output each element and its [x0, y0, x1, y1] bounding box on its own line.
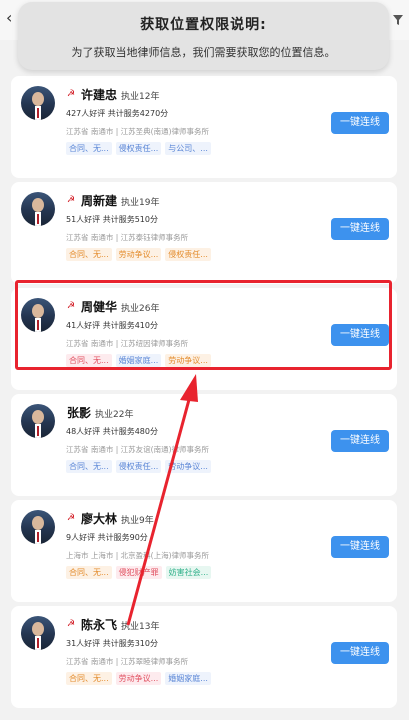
rating-stats: 31人好评 共计服务310分 — [66, 639, 158, 648]
connect-button[interactable]: 一键连线 — [331, 642, 389, 664]
rating-stats: 427人好评 共计服务4270分 — [66, 109, 169, 118]
connect-button[interactable]: 一键连线 — [331, 430, 389, 452]
practice-years: 执业13年 — [121, 622, 160, 632]
avatar — [21, 86, 55, 120]
tag: 妨害社会... — [165, 566, 212, 579]
tag-list: 合同、无... 劳动争议... 侵权责任... — [66, 248, 215, 261]
lawyer-name: 张影 — [67, 406, 92, 420]
lawyer-card[interactable]: ☭ 周新建 执业19年 51人好评 共计服务510分 江苏省 南通市 | 江苏泰… — [11, 182, 397, 284]
chevron-left-icon[interactable]: ‹ — [6, 8, 12, 27]
party-emblem-icon: ☭ — [67, 513, 76, 523]
tag-list: 合同、无... 侵犯财产罪 妨害社会... — [66, 566, 215, 579]
avatar — [21, 192, 55, 226]
rating-stats: 48人好评 共计服务480分 — [66, 427, 158, 436]
rating-stats: 9人好评 共计服务90分 — [66, 533, 148, 542]
tag: 合同、无... — [66, 460, 112, 473]
party-emblem-icon: ☭ — [67, 195, 76, 205]
location: 江苏省 南通市 | 江苏泰钰律师事务所 — [66, 233, 189, 242]
permission-description: 为了获取当地律师信息，我们需要获取您的位置信息。 — [71, 46, 336, 59]
rating-stats: 51人好评 共计服务510分 — [66, 215, 158, 224]
lawyer-card[interactable]: 张影 执业22年 48人好评 共计服务480分 江苏省 南通市 | 江苏友谊(南… — [11, 394, 397, 496]
tag: 合同、无... — [66, 248, 112, 261]
location: 江苏省 南通市 | 江苏友谊(南通)律师事务所 — [66, 445, 210, 454]
tag: 合同、无... — [66, 566, 112, 579]
lawyer-name: 周新建 — [81, 194, 118, 208]
tag: 劳动争议... — [115, 672, 162, 685]
tag: 劳动争议... — [115, 248, 162, 261]
avatar — [21, 616, 55, 650]
highlight-box — [15, 280, 392, 370]
tag-list: 合同、无... 劳动争议... 婚姻家庭... — [66, 672, 215, 685]
tag: 侵权责任... — [165, 248, 211, 261]
lawyer-name: 廖大林 — [81, 512, 118, 526]
practice-years: 执业22年 — [95, 410, 134, 420]
tag: 劳动争议... — [165, 460, 211, 473]
location: 上海市 上海市 | 北京盈科(上海)律师事务所 — [66, 551, 210, 560]
practice-years: 执业9年 — [121, 516, 154, 526]
connect-button[interactable]: 一键连线 — [331, 218, 389, 240]
avatar — [21, 510, 55, 544]
practice-years: 执业19年 — [121, 198, 160, 208]
tag: 侵权责任... — [115, 460, 162, 473]
tag: 侵犯财产罪 — [115, 566, 162, 579]
party-emblem-icon: ☭ — [67, 619, 76, 629]
permission-title: 获取位置权限说明: — [140, 17, 267, 33]
lawyer-name: 陈永飞 — [81, 618, 118, 632]
tag: 合同、无... — [66, 672, 112, 685]
tag: 婚姻家庭... — [165, 672, 211, 685]
connect-button[interactable]: 一键连线 — [331, 112, 389, 134]
lawyer-card[interactable]: ☭ 陈永飞 执业13年 31人好评 共计服务310分 江苏省 南通市 | 江苏翠… — [11, 606, 397, 708]
tag: 与公司、... — [165, 142, 211, 155]
permission-dialog: 获取位置权限说明: 为了获取当地律师信息，我们需要获取您的位置信息。 — [18, 2, 389, 70]
lawyer-card[interactable]: ☭ 廖大林 执业9年 9人好评 共计服务90分 上海市 上海市 | 北京盈科(上… — [11, 500, 397, 602]
tag-list: 合同、无... 侵权责任... 劳动争议... — [66, 460, 215, 473]
tag: 侵权责任... — [115, 142, 162, 155]
filter-icon[interactable] — [393, 10, 403, 29]
lawyer-name: 许建忠 — [81, 88, 118, 102]
practice-years: 执业12年 — [121, 92, 160, 102]
location: 江苏省 南通市 | 江苏圣典(南通)律师事务所 — [66, 127, 210, 136]
connect-button[interactable]: 一键连线 — [331, 536, 389, 558]
lawyer-card[interactable]: ☭ 许建忠 执业12年 427人好评 共计服务4270分 江苏省 南通市 | 江… — [11, 76, 397, 178]
tag: 合同、无... — [66, 142, 112, 155]
location: 江苏省 南通市 | 江苏翠睦律师事务所 — [66, 657, 189, 666]
tag-list: 合同、无... 侵权责任... 与公司、... — [66, 142, 215, 155]
party-emblem-icon: ☭ — [67, 89, 76, 99]
avatar — [21, 404, 55, 438]
